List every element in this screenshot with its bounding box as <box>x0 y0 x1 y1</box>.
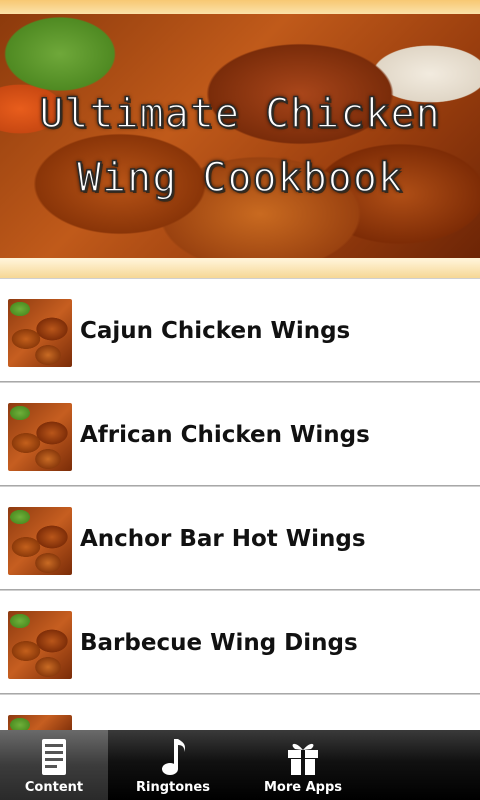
gift-icon <box>288 743 318 775</box>
recipe-title: African Chicken Wings <box>80 422 370 448</box>
tab-label: Content <box>24 780 84 795</box>
header-banner: Ultimate Chicken Wing Cookbook <box>0 0 480 278</box>
recipe-title: Cajun Chicken Wings <box>80 318 351 344</box>
list-item[interactable]: Cajun Chicken Wings <box>0 278 480 382</box>
recipe-title: Anchor Bar Hot Wings <box>80 526 366 552</box>
recipe-title: Barbecue Wing Dings <box>80 630 358 656</box>
recipe-thumbnail <box>8 507 72 575</box>
recipe-thumbnail <box>8 611 72 679</box>
tab-ringtones[interactable]: Ringtones <box>108 730 238 800</box>
music-note-icon <box>162 739 186 775</box>
recipe-thumbnail <box>8 403 72 471</box>
tab-more-apps[interactable]: More Apps <box>238 730 368 800</box>
recipe-thumbnail <box>8 715 72 730</box>
list-item[interactable]: Anchor Bar Hot Wings <box>0 486 480 590</box>
list-item[interactable]: Barbecue Wing Dings <box>0 590 480 694</box>
bottom-tab-bar: Content Ringtones More Apps <box>0 730 480 800</box>
list-item[interactable]: African Chicken Wings <box>0 382 480 486</box>
recipe-thumbnail <box>8 299 72 367</box>
app-title-line1: Ultimate Chicken <box>39 90 441 138</box>
list-item[interactable] <box>0 694 480 730</box>
app-title-line2: Wing Cookbook <box>76 154 404 202</box>
tab-label: Ringtones <box>136 780 210 795</box>
document-icon <box>42 739 66 775</box>
tab-label: More Apps <box>263 780 343 795</box>
recipe-list[interactable]: Cajun Chicken Wings African Chicken Wing… <box>0 278 480 730</box>
tab-content[interactable]: Content <box>0 730 108 800</box>
app-title: Ultimate Chicken Wing Cookbook <box>0 82 480 210</box>
